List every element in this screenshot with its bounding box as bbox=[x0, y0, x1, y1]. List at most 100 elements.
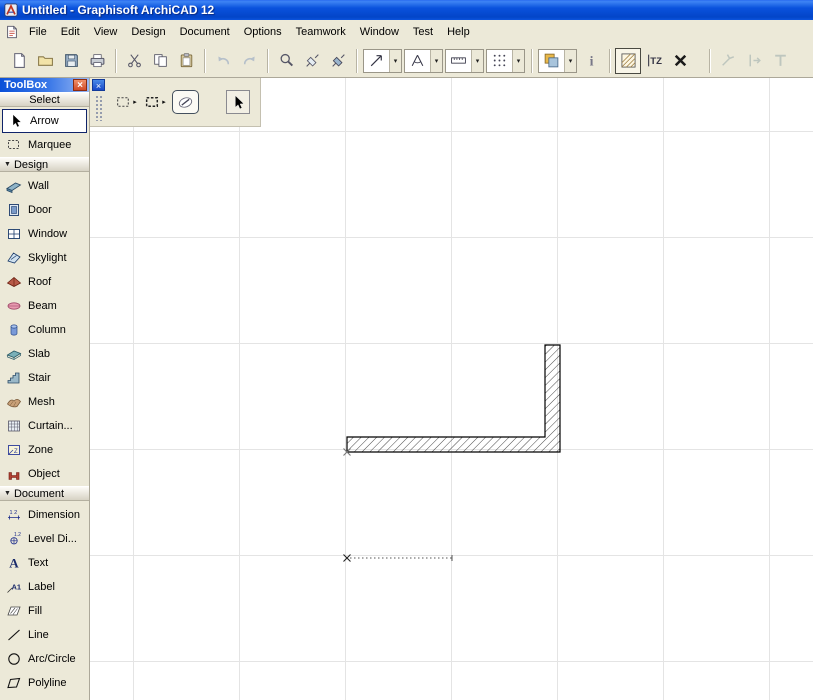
pick-up-parameters-button[interactable] bbox=[299, 48, 325, 74]
dimension-text-button[interactable]: TZ bbox=[641, 48, 667, 74]
print-button[interactable] bbox=[84, 48, 110, 74]
inject-parameters-button[interactable] bbox=[325, 48, 351, 74]
drawing-canvas[interactable]: × ▸ ▸ bbox=[90, 78, 813, 700]
tool-window[interactable]: Window bbox=[0, 222, 89, 246]
menu-view[interactable]: View bbox=[87, 22, 125, 42]
toolbox-section-document[interactable]: ▼ Document bbox=[0, 486, 89, 501]
menu-test[interactable]: Test bbox=[406, 22, 440, 42]
pick-up-tool-button[interactable] bbox=[172, 90, 199, 114]
arrow-tool-button[interactable] bbox=[226, 90, 250, 114]
tool-object[interactable]: Object bbox=[0, 462, 89, 486]
angle-snap-button[interactable] bbox=[405, 50, 430, 72]
toolbox-titlebar[interactable]: ToolBox × bbox=[0, 78, 89, 92]
drag-handle[interactable] bbox=[94, 95, 103, 121]
mini-close-icon[interactable]: × bbox=[92, 79, 105, 91]
tool-dimension[interactable]: 1 2 Dimension bbox=[0, 503, 89, 527]
tool-label[interactable]: A1 Label bbox=[0, 575, 89, 599]
tool-icon-wrap bbox=[3, 602, 25, 620]
tool-beam[interactable]: Beam bbox=[0, 294, 89, 318]
tool-roof[interactable]: Roof bbox=[0, 270, 89, 294]
pen-set-dropdown[interactable]: ▾ bbox=[538, 48, 577, 73]
redo-icon bbox=[243, 56, 255, 65]
redo-button[interactable] bbox=[236, 48, 262, 74]
undo-button[interactable] bbox=[210, 48, 236, 74]
menu-window[interactable]: Window bbox=[353, 22, 406, 42]
slab-icon bbox=[6, 350, 22, 361]
new-button[interactable] bbox=[6, 48, 32, 74]
delete-button[interactable] bbox=[667, 48, 693, 74]
tool-column[interactable]: Column bbox=[0, 318, 89, 342]
split-button[interactable] bbox=[741, 48, 767, 74]
menu-design[interactable]: Design bbox=[124, 22, 172, 42]
adjust-button[interactable] bbox=[767, 48, 793, 74]
origin-marker[interactable] bbox=[343, 554, 351, 562]
stair-icon bbox=[7, 372, 20, 384]
element-info-button[interactable]: i bbox=[578, 48, 604, 74]
measure-dropdown[interactable]: ▾ bbox=[445, 48, 484, 73]
tool-line[interactable]: Line bbox=[0, 623, 89, 647]
tool-mesh[interactable]: Mesh bbox=[0, 390, 89, 414]
tool-slab[interactable]: Slab bbox=[0, 342, 89, 366]
tool-icon-wrap: 1.2 bbox=[3, 530, 25, 548]
fill-hatch-icon bbox=[7, 606, 21, 616]
measure-button[interactable] bbox=[446, 50, 471, 72]
tool-stair[interactable]: Stair bbox=[0, 366, 89, 390]
wall-element[interactable] bbox=[346, 344, 561, 453]
zoom-button[interactable] bbox=[273, 48, 299, 74]
tool-arrow[interactable]: Arrow bbox=[2, 109, 87, 133]
svg-text:A1: A1 bbox=[12, 583, 22, 592]
tool-wall[interactable]: Wall bbox=[0, 174, 89, 198]
tool-curtain[interactable]: Curtain... bbox=[0, 414, 89, 438]
snap-grid-dropdown[interactable]: ▾ bbox=[486, 48, 525, 73]
wall-icon bbox=[6, 182, 22, 194]
menu-edit[interactable]: Edit bbox=[54, 22, 87, 42]
tool-level-di[interactable]: 1.2 Level Di... bbox=[0, 527, 89, 551]
guide-lines-button[interactable] bbox=[364, 50, 389, 72]
tool-door[interactable]: Door bbox=[0, 198, 89, 222]
toolbox-section-design[interactable]: ▼ Design bbox=[0, 157, 89, 172]
app-icon[interactable] bbox=[4, 3, 18, 17]
dropdown-arrow-icon[interactable]: ▾ bbox=[512, 49, 524, 72]
titlebar[interactable]: Untitled - Graphisoft ArchiCAD 12 bbox=[0, 0, 813, 20]
dropdown-arrow-icon[interactable]: ▾ bbox=[471, 49, 483, 72]
tool-skylight[interactable]: Skylight bbox=[0, 246, 89, 270]
eyedrop-icon bbox=[178, 96, 193, 108]
document-window-icon[interactable] bbox=[5, 25, 19, 39]
tool-icon-wrap bbox=[3, 650, 25, 668]
tool-arc-circle[interactable]: Arc/Circle bbox=[0, 647, 89, 671]
menu-options[interactable]: Options bbox=[237, 22, 289, 42]
dropdown-arrow-icon[interactable]: ▾ bbox=[430, 49, 442, 72]
tool-zone[interactable]: Z Zone bbox=[0, 438, 89, 462]
open-button[interactable] bbox=[32, 48, 58, 74]
dropdown-arrow-icon[interactable]: ▾ bbox=[564, 49, 576, 72]
tool-polyline[interactable]: Polyline bbox=[0, 671, 89, 695]
save-button[interactable] bbox=[58, 48, 84, 74]
menu-file[interactable]: File bbox=[22, 22, 54, 42]
tool-fill[interactable]: Fill bbox=[0, 599, 89, 623]
dropdown-arrow-icon[interactable]: ▾ bbox=[389, 49, 401, 72]
snap-grid-button[interactable] bbox=[487, 50, 512, 72]
close-icon[interactable]: × bbox=[73, 79, 87, 91]
angle-snap-dropdown[interactable]: ▾ bbox=[404, 48, 443, 73]
menu-document[interactable]: Document bbox=[173, 22, 237, 42]
menu-help[interactable]: Help bbox=[440, 22, 477, 42]
paste-button[interactable] bbox=[173, 48, 199, 74]
pen-set-button[interactable] bbox=[539, 50, 564, 72]
line-icon bbox=[8, 629, 20, 641]
tool-text[interactable]: A Text bbox=[0, 551, 89, 575]
guide-lines-dropdown[interactable]: ▾ bbox=[363, 48, 402, 73]
tool-marquee[interactable]: Marquee bbox=[0, 133, 89, 157]
svg-text:i: i bbox=[589, 53, 593, 68]
copy-button[interactable] bbox=[147, 48, 173, 74]
trim-button[interactable] bbox=[715, 48, 741, 74]
dropdown-arrow-icon[interactable]: ▸ bbox=[133, 98, 137, 106]
fill-settings-button[interactable] bbox=[615, 47, 641, 74]
folder-icon bbox=[37, 56, 53, 66]
marquee-tool-button[interactable]: ▸ bbox=[114, 90, 138, 114]
angle-icon bbox=[411, 54, 424, 67]
cut-button[interactable] bbox=[121, 48, 147, 74]
copy-icon bbox=[153, 54, 167, 67]
menu-teamwork[interactable]: Teamwork bbox=[289, 22, 353, 42]
dropdown-arrow-icon[interactable]: ▸ bbox=[162, 98, 166, 106]
selection-marquee-tool-button[interactable]: ▸ bbox=[143, 90, 167, 114]
